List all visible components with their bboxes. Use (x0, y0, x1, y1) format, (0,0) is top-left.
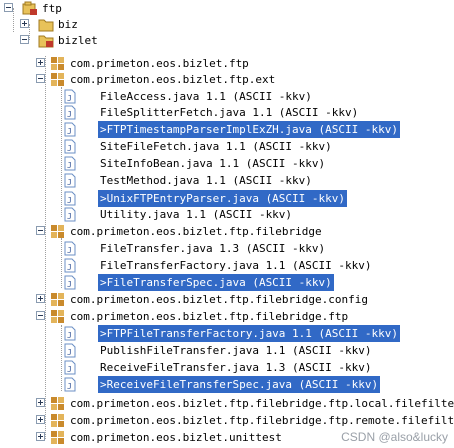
tree-node-label: com.primeton.eos.bizlet.ftp.filebridge.c… (70, 293, 369, 306)
svg-text:J: J (67, 280, 72, 289)
file-label: SiteInfoBean.java 1.1 (ASCII -kkv) (100, 157, 326, 170)
collapse-toggle[interactable] (36, 311, 45, 320)
collapse-toggle[interactable] (36, 74, 45, 83)
expand-toggle[interactable] (36, 432, 45, 441)
tree-node-label: com.primeton.eos.bizlet.ftp.filebridge.f… (70, 414, 454, 427)
tree-node-label: com.primeton.eos.bizlet.ftp.ext (70, 73, 276, 86)
svg-text:J: J (67, 365, 72, 374)
folder-open-icon (38, 35, 54, 48)
tree-node-label: com.primeton.eos.bizlet.unittest (70, 431, 282, 444)
file-label: TestMethod.java 1.1 (ASCII -kkv) (100, 174, 312, 187)
collapse-toggle[interactable] (36, 226, 45, 235)
package-icon (51, 414, 64, 427)
svg-text:J: J (67, 127, 72, 136)
package-icon (51, 225, 64, 238)
expand-toggle[interactable] (36, 415, 45, 424)
expand-toggle[interactable] (36, 294, 45, 303)
java-file-icon: J (64, 360, 76, 375)
java-file-icon: J (64, 258, 76, 273)
java-file-icon: J (64, 343, 76, 358)
file-label-selected: >FTPFileTransferFactory.java 1.1 (ASCII … (98, 325, 401, 342)
tree-node-label: bizlet (58, 34, 98, 47)
svg-text:J: J (67, 196, 72, 205)
java-file-icon: J (64, 207, 76, 222)
file-label-selected: >FTPTimestampParserImplExZH.java (ASCII … (98, 121, 401, 138)
java-file-icon: J (64, 173, 76, 188)
file-label: Utility.java 1.1 (ASCII -kkv) (100, 208, 293, 221)
package-icon (51, 293, 64, 306)
java-file-icon: J (64, 156, 76, 171)
package-icon (51, 310, 64, 323)
package-icon (51, 73, 64, 86)
java-file-modified-icon: J (64, 377, 76, 392)
tree-node-label: com.primeton.eos.bizlet.ftp.filebridge.f… (70, 397, 454, 410)
expand-toggle[interactable] (20, 19, 29, 28)
file-label: PublishFileTransfer.java 1.1 (ASCII -kkv… (100, 344, 372, 357)
java-file-icon: J (64, 89, 76, 104)
file-label: FileTransfer.java 1.3 (ASCII -kkv) (100, 242, 326, 255)
svg-text:J: J (67, 178, 72, 187)
java-file-modified-icon: J (64, 191, 76, 206)
tree-node-label: com.primeton.eos.bizlet.ftp (70, 57, 249, 70)
package-icon (51, 57, 64, 70)
folder-icon (38, 19, 54, 32)
svg-text:J: J (67, 94, 72, 103)
tree-node-label: biz (58, 18, 78, 31)
collapse-toggle[interactable] (4, 3, 13, 12)
collapse-toggle[interactable] (20, 35, 29, 44)
package-icon (51, 397, 64, 410)
file-label: SiteFileFetch.java 1.1 (ASCII -kkv) (100, 140, 332, 153)
java-file-modified-icon: J (64, 326, 76, 341)
svg-text:J: J (67, 144, 72, 153)
file-label: FileSplitterFetch.java 1.1 (ASCII -kkv) (100, 106, 359, 119)
file-label-selected: >UnixFTPEntryParser.java (ASCII -kkv) (98, 190, 348, 207)
java-file-icon: J (64, 241, 76, 256)
svg-text:J: J (67, 263, 72, 272)
file-label-selected: >FileTransferSpec.java (ASCII -kkv) (98, 274, 334, 291)
svg-text:J: J (67, 348, 72, 357)
tree-node-label: ftp (42, 2, 62, 15)
svg-text:J: J (67, 212, 72, 221)
java-file-icon: J (64, 139, 76, 154)
file-label-selected: >ReceiveFileTransferSpec.java (ASCII -kk… (98, 376, 381, 393)
svg-text:J: J (67, 382, 72, 391)
package-icon (51, 431, 64, 444)
tree-node-label: com.primeton.eos.bizlet.ftp.filebridge.f… (70, 310, 349, 323)
project-tree: ftp biz bizlet com.primeton.eos.bizlet.f… (0, 0, 454, 448)
svg-text:J: J (67, 161, 72, 170)
expand-toggle[interactable] (36, 58, 45, 67)
java-file-icon: J (64, 105, 76, 120)
java-file-modified-icon: J (64, 275, 76, 290)
watermark: CSDN @also&lucky (341, 430, 448, 444)
expand-toggle[interactable] (36, 398, 45, 407)
tree-node-label: com.primeton.eos.bizlet.ftp.filebridge (70, 225, 322, 238)
svg-text:J: J (67, 110, 72, 119)
java-file-modified-icon: J (64, 122, 76, 137)
file-label: FileAccess.java 1.1 (ASCII -kkv) (100, 90, 312, 103)
svg-text:J: J (67, 246, 72, 255)
project-icon (22, 1, 37, 15)
file-label: ReceiveFileTransfer.java 1.3 (ASCII -kkv… (100, 361, 372, 374)
svg-text:J: J (67, 331, 72, 340)
file-label: FileTransferFactory.java 1.1 (ASCII -kkv… (100, 259, 372, 272)
